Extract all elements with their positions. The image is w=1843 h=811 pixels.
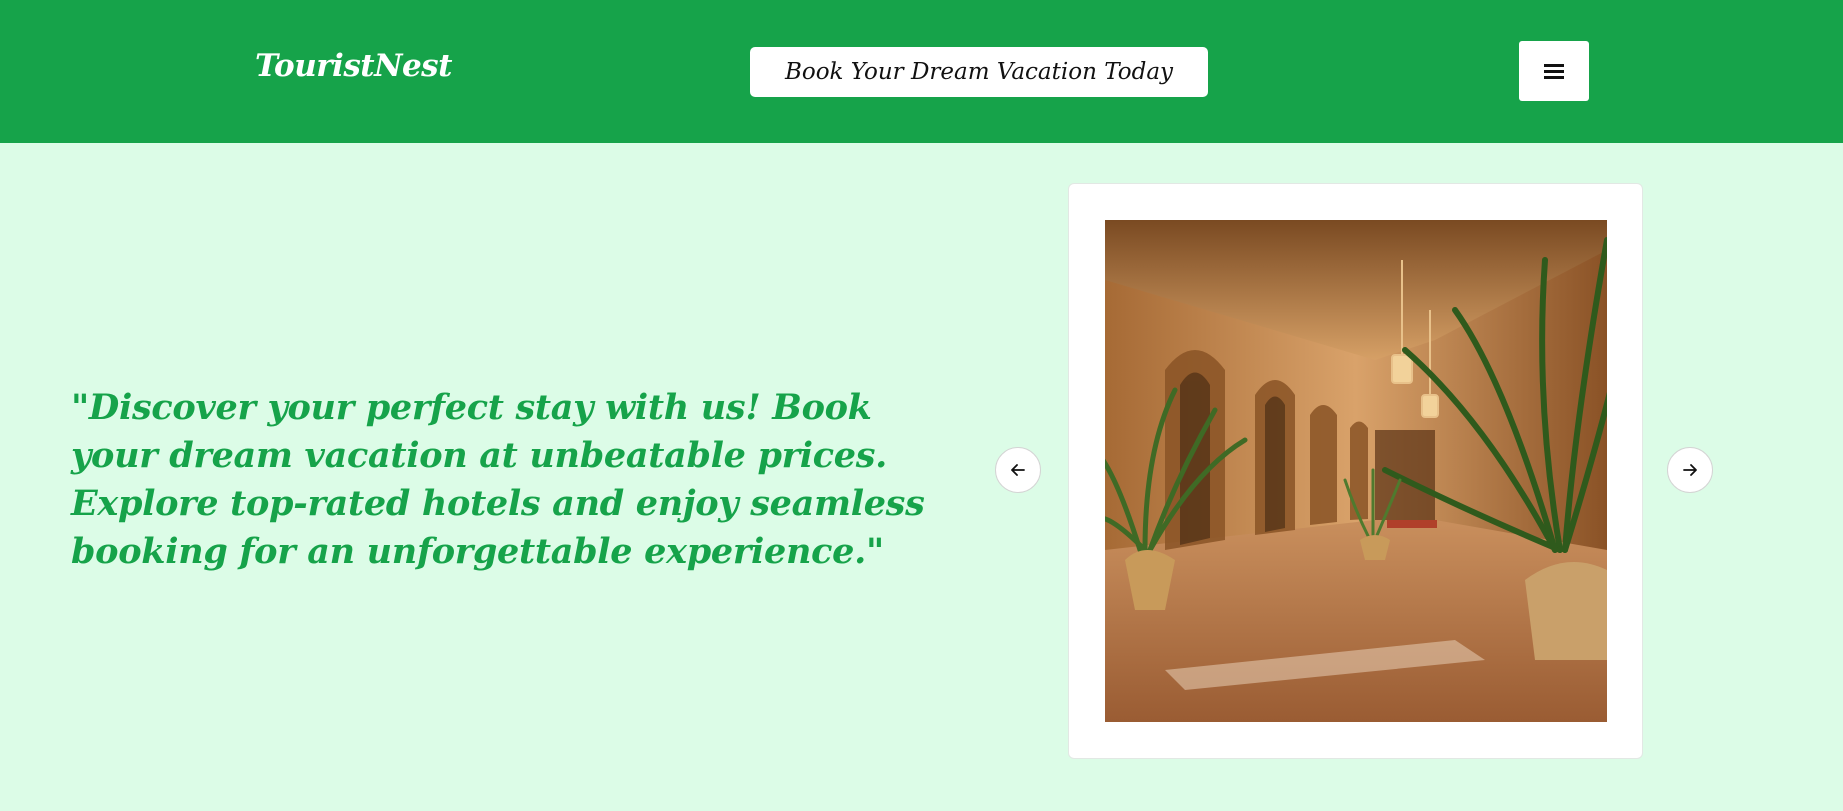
hotel-lobby-photo (1105, 220, 1607, 722)
arrow-right-icon (1683, 464, 1697, 476)
carousel-next-button[interactable] (1667, 447, 1713, 493)
hero-quote: "Discover your perfect stay with us! Boo… (71, 387, 925, 572)
carousel-prev-button[interactable] (995, 447, 1041, 493)
book-vacation-button[interactable]: Book Your Dream Vacation Today (750, 47, 1208, 97)
menu-button[interactable] (1519, 41, 1589, 101)
hamburger-menu-icon (1544, 64, 1564, 79)
top-navbar: TouristNest Book Your Dream Vacation Tod… (0, 0, 1843, 143)
brand-logo[interactable]: TouristNest (255, 48, 452, 84)
arrow-left-icon (1011, 464, 1025, 476)
carousel-card (1068, 183, 1643, 759)
